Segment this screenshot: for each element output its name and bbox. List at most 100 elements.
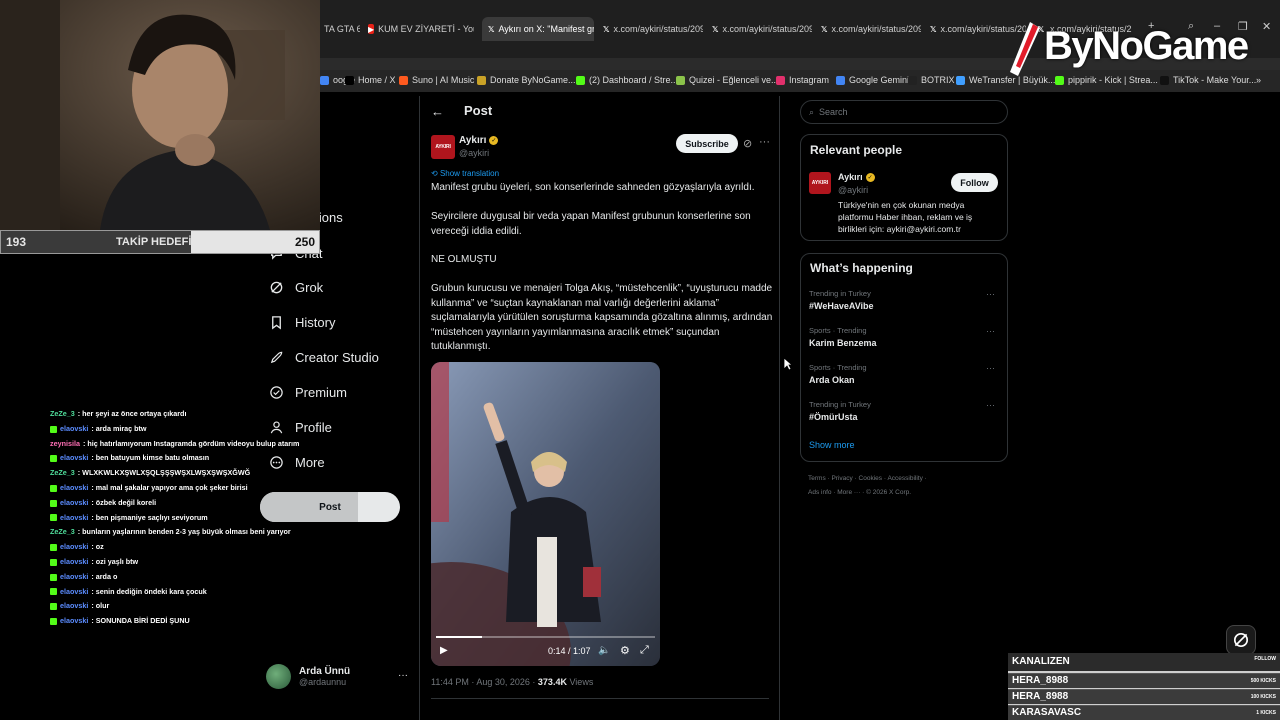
- post-views-value: 373.4K: [537, 677, 567, 687]
- tab[interactable]: 𝕏x.com/aykiri/status/2094: [597, 17, 703, 41]
- post-paragraph: Seyircilere duygusal bir veda yapan Mani…: [431, 211, 751, 237]
- nav-creator-studio[interactable]: Creator Studio: [268, 349, 379, 365]
- chat-username: elaovski: [60, 482, 89, 492]
- relevant-name-text: Aykırı: [838, 172, 863, 182]
- play-icon[interactable]: ▶: [440, 645, 448, 656]
- relevant-bio: Türkiye'nin en çok okunan medya platform…: [838, 200, 973, 234]
- author-avatar[interactable]: AYKIRI: [431, 135, 455, 159]
- tab[interactable]: 𝕏x.com/aykiri/status/2094: [815, 17, 921, 41]
- account-more-icon[interactable]: ···: [398, 670, 408, 681]
- bookmark-item[interactable]: Suno | AI Music: [399, 75, 474, 85]
- chat-message: ZeZe_3: bunların yaşlarının benden 2-3 y…: [50, 525, 310, 540]
- tab-label: Aykırı on X: "Manifest gru: [498, 24, 594, 34]
- trend-item[interactable]: Trending in Turkey #WeHaveAVibe: [809, 289, 874, 311]
- trend-title: Karim Benzema: [809, 338, 877, 348]
- chat-text: : WLXKWLKXŞWLXŞQLŞŞŞWŞXLWŞXŞWŞXĞWĞ: [77, 468, 251, 478]
- chat-message: ZeZe_3: her şeyi az önce ortaya çıkardı: [50, 407, 310, 422]
- author-handle[interactable]: @aykiri: [459, 148, 489, 158]
- chat-text: : senin dediğin öndeki kara çocuk: [91, 586, 207, 596]
- chat-username: elaovski: [60, 586, 89, 596]
- trend-item[interactable]: Sports · Trending Arda Okan: [809, 363, 867, 385]
- follow-goal-bar: 193 TAKİP HEDEFİ 250: [0, 230, 320, 254]
- trend-item[interactable]: Sports · Trending Karim Benzema: [809, 326, 877, 348]
- bookmark-item[interactable]: (2) Dashboard / Stre...: [576, 75, 678, 85]
- chat-text: : olur: [91, 601, 110, 611]
- trend-context: Trending in Turkey: [809, 400, 871, 409]
- chat-message: elaovski: özbek değil koreli: [50, 496, 310, 511]
- trend-more-icon[interactable]: ···: [986, 289, 995, 299]
- chat-text: : SONUNDA BİRİ DEDİ ŞUNU: [91, 616, 190, 626]
- chat-badge-icon: [50, 618, 57, 626]
- nav-grok[interactable]: Grok: [268, 279, 323, 295]
- show-more-link[interactable]: Show more: [809, 440, 855, 450]
- subscribe-button[interactable]: Subscribe: [676, 134, 738, 153]
- grok-explain-icon[interactable]: ⊘: [743, 137, 752, 150]
- tab-label: KUM EV ZİYARETİ - YouTu: [378, 24, 474, 34]
- trend-more-icon[interactable]: ···: [986, 363, 995, 373]
- settings-icon[interactable]: ⚙: [620, 644, 630, 657]
- back-arrow-icon[interactable]: ←: [431, 104, 444, 119]
- bookmark-item[interactable]: Instagram: [776, 75, 829, 85]
- chat-username: elaovski: [60, 497, 89, 507]
- footer-links[interactable]: Ads info · More ··· · © 2026 X Corp.: [808, 489, 911, 496]
- trend-more-icon[interactable]: ···: [986, 326, 995, 336]
- trend-more-icon[interactable]: ···: [986, 400, 995, 410]
- trend-item[interactable]: Trending in Turkey #ÖmürUsta: [809, 400, 871, 422]
- bookmark-item[interactable]: Quizei - Eğlenceli ve...: [676, 75, 779, 85]
- follow-button[interactable]: Follow: [951, 173, 998, 192]
- bookmark-item[interactable]: Google Gemini: [836, 75, 909, 85]
- trend-context: Sports · Trending: [809, 326, 867, 335]
- video-progress-track[interactable]: [436, 636, 655, 638]
- brand-text: ByNoGame: [1044, 24, 1249, 68]
- chat-message: elaovski: ozi yaşlı btw: [50, 555, 310, 570]
- account-switcher[interactable]: Arda Ünnü @ardaunnu: [266, 664, 350, 689]
- relevant-handle[interactable]: @aykiri: [838, 185, 868, 195]
- chat-username: zeynisila: [50, 438, 80, 448]
- tab[interactable]: TA GTA 6: [318, 17, 360, 41]
- bookmark-label: Donate ByNoGame...: [490, 75, 576, 85]
- tab[interactable]: 𝕏x.com/aykiri/status/2094: [706, 17, 812, 41]
- nav-label: Premium: [295, 384, 348, 400]
- relevant-avatar[interactable]: AYKIRI: [809, 172, 831, 194]
- chat-text: : her şeyi az önce ortaya çıkardı: [77, 409, 187, 418]
- chat-badge-icon: [50, 558, 57, 566]
- chat-text: : hiç hatırlamıyorum Instagramda gördüm …: [82, 438, 300, 448]
- chat-badge-icon: [50, 544, 57, 552]
- author-name[interactable]: Aykırı ✓: [459, 135, 499, 146]
- bookmark-favicon-icon: [320, 75, 329, 85]
- bookmark-item[interactable]: Home / X: [345, 75, 396, 85]
- chat-message: elaovski: SONUNDA BİRİ DEDİ ŞUNU: [50, 614, 310, 629]
- nav-premium[interactable]: Premium: [268, 384, 347, 400]
- search-input[interactable]: ⌕ Search: [800, 100, 1008, 124]
- search-icon: ⌕: [809, 106, 815, 117]
- bookmark-label: BOTRIX: [921, 75, 955, 85]
- video-player[interactable]: ▶ 0:14 / 1:07 🔈 ⚙ ⤢: [431, 362, 660, 666]
- translate-icon: ⟲: [431, 169, 440, 178]
- chat-message: elaovski: senin dediğin öndeki kara çocu…: [50, 585, 310, 600]
- tab[interactable]: ▶KUM EV ZİYARETİ - YouTu: [362, 17, 474, 41]
- video-controls: ▶ 0:14 / 1:07 🔈 ⚙ ⤢: [431, 632, 660, 666]
- chat-text: : ozi yaşlı btw: [91, 556, 139, 566]
- bookmark-label: Quizei - Eğlenceli ve...: [689, 75, 779, 85]
- chat-username: ZeZe_3: [50, 468, 75, 478]
- video-frame: [431, 362, 660, 666]
- chat-text: : ben batuyum kimse batu olmasın: [91, 453, 210, 463]
- volume-icon[interactable]: 🔈: [598, 645, 610, 656]
- tab-active[interactable]: 𝕏 Aykırı on X: "Manifest gru: [482, 17, 594, 41]
- mouse-cursor-icon: [783, 357, 793, 371]
- bookmark-favicon-icon: [908, 75, 917, 85]
- post-more-icon[interactable]: ···: [759, 136, 770, 148]
- chat-username: elaovski: [60, 453, 89, 463]
- tab-label: x.com/aykiri/status/2094: [722, 24, 812, 34]
- fullscreen-icon[interactable]: ⤢: [640, 644, 649, 657]
- show-translation-link[interactable]: ⟲ Show translation: [431, 169, 499, 178]
- footer-links[interactable]: Terms · Privacy · Cookies · Accessibilit…: [808, 475, 927, 482]
- bookmark-favicon-icon: [576, 75, 585, 85]
- bookmark-item[interactable]: BOTRIX: [908, 75, 955, 85]
- bookmark-item[interactable]: Donate ByNoGame...: [477, 75, 576, 85]
- bookmark-favicon-icon: [477, 75, 486, 85]
- relevant-name[interactable]: Aykırı ✓: [838, 172, 875, 182]
- nav-history[interactable]: History: [268, 314, 335, 330]
- chat-username: elaovski: [60, 556, 89, 566]
- tab-label: x.com/aykiri/status/2094: [613, 24, 703, 34]
